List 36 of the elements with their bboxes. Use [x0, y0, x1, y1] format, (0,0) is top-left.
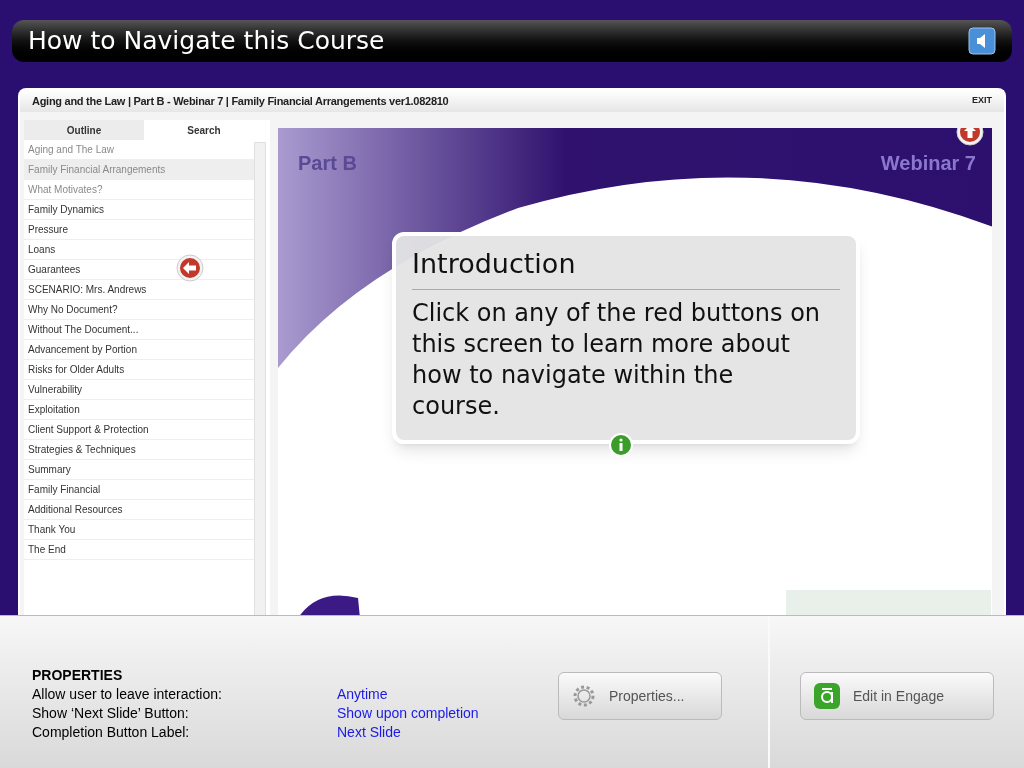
- page-title: How to Navigate this Course: [28, 25, 385, 58]
- outline-item[interactable]: Summary: [24, 460, 254, 480]
- panel-tab[interactable]: Outline: [24, 120, 144, 140]
- outline-item[interactable]: Risks for Older Adults: [24, 360, 254, 380]
- popup-title: Introduction: [412, 244, 840, 290]
- outline-item[interactable]: What Motivates?: [24, 180, 254, 200]
- info-icon[interactable]: [608, 432, 634, 458]
- engage-logo-icon: [813, 682, 841, 710]
- property-label: Show ‘Next Slide’ Button:: [32, 704, 190, 723]
- outline-item[interactable]: Client Support & Protection: [24, 420, 254, 440]
- outline-item[interactable]: Advancement by Portion: [24, 340, 254, 360]
- outline-item[interactable]: Additional Resources: [24, 500, 254, 520]
- outline-item[interactable]: Family Dynamics: [24, 200, 254, 220]
- outline-item[interactable]: Family Financial: [24, 480, 254, 500]
- property-value: Next Slide: [337, 723, 401, 742]
- outline-item[interactable]: Pressure: [24, 220, 254, 240]
- properties-heading: PROPERTIES: [32, 666, 124, 685]
- outline-item[interactable]: Without The Document...: [24, 320, 254, 340]
- property-value: Anytime: [337, 685, 388, 704]
- outline-item[interactable]: Strategies & Techniques: [24, 440, 254, 460]
- settings-icon: [571, 683, 597, 709]
- edit-button[interactable]: Edit in Engage: [800, 672, 994, 720]
- property-label: Allow user to leave interaction:: [32, 685, 223, 704]
- outline-item[interactable]: Why No Document?: [24, 300, 254, 320]
- properties-button[interactable]: Properties...: [558, 672, 722, 720]
- outline-item[interactable]: Thank You: [24, 520, 254, 540]
- property-label: Completion Button Label:: [32, 723, 191, 742]
- exit-link[interactable]: EXIT: [972, 94, 992, 108]
- outline-item[interactable]: Exploitation: [24, 400, 254, 420]
- property-value: Show upon completion: [337, 704, 479, 723]
- outline-item[interactable]: Vulnerability: [24, 380, 254, 400]
- speaker-icon[interactable]: [968, 27, 996, 55]
- course-title: Aging and the Law | Part B - Webinar 7 | Family Financial Arrangements ver1.082810: [32, 93, 449, 109]
- popup-text: Click on any of the red buttons on this screen to learn more about how to navigate within the course.: [412, 297, 822, 422]
- outline-item[interactable]: The End: [24, 540, 254, 560]
- slide-corner-text: Webinar 7: [880, 151, 976, 176]
